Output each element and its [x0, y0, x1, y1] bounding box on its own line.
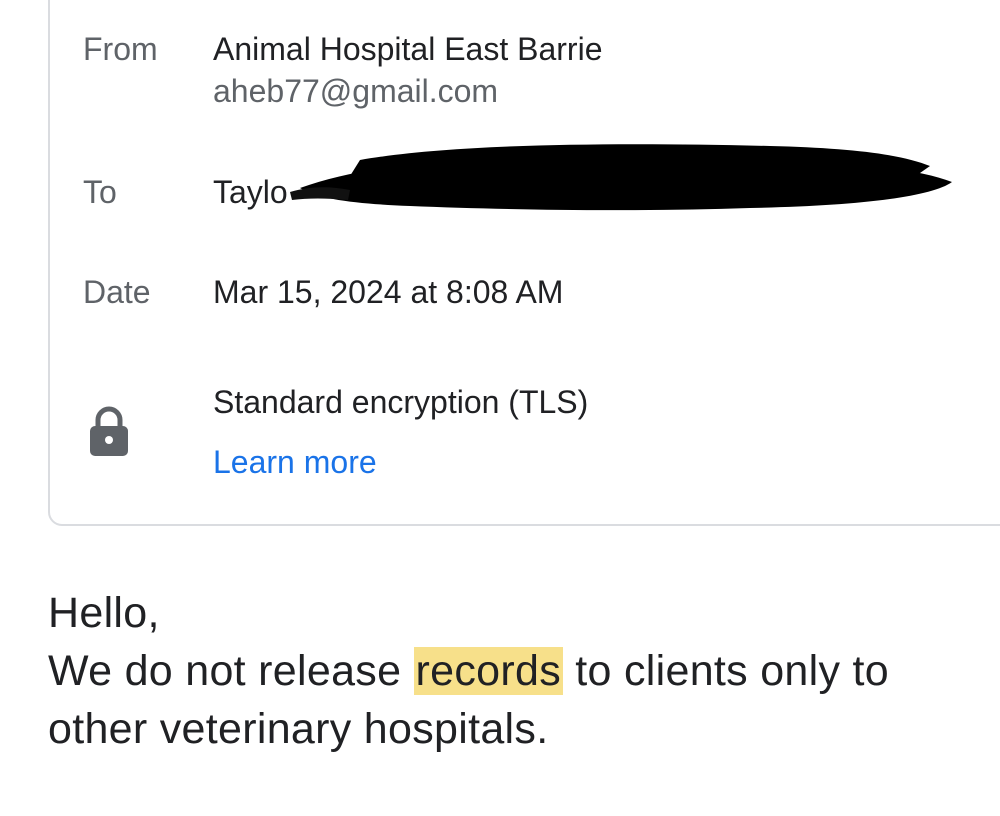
lock-icon: [90, 406, 128, 456]
sender-name[interactable]: Animal Hospital East Barrie: [213, 33, 602, 65]
sender-email[interactable]: aheb77@gmail.com: [213, 75, 498, 107]
redaction-scribble: [290, 144, 952, 211]
encryption-text: Standard encryption (TLS): [213, 384, 589, 420]
date-label: Date: [83, 274, 151, 310]
message-body: Hello, We do not release records to clie…: [48, 584, 1000, 758]
body-line-1-end: to clients only to: [563, 647, 890, 695]
greeting-line: Hello,: [48, 589, 160, 637]
message-details-card: [48, 0, 1000, 526]
body-line-2: other veterinary hospitals.: [48, 705, 549, 753]
search-highlight: records: [413, 647, 564, 695]
body-line-1: We do not release records to clients onl…: [48, 642, 1000, 700]
learn-more-link[interactable]: Learn more: [213, 446, 377, 478]
recipient-name[interactable]: Taylo: [213, 176, 288, 208]
date-value: Mar 15, 2024 at 8:08 AM: [213, 274, 564, 310]
body-line-1-start: We do not release: [48, 647, 414, 695]
from-label: From: [83, 31, 158, 67]
to-label: To: [83, 174, 117, 210]
